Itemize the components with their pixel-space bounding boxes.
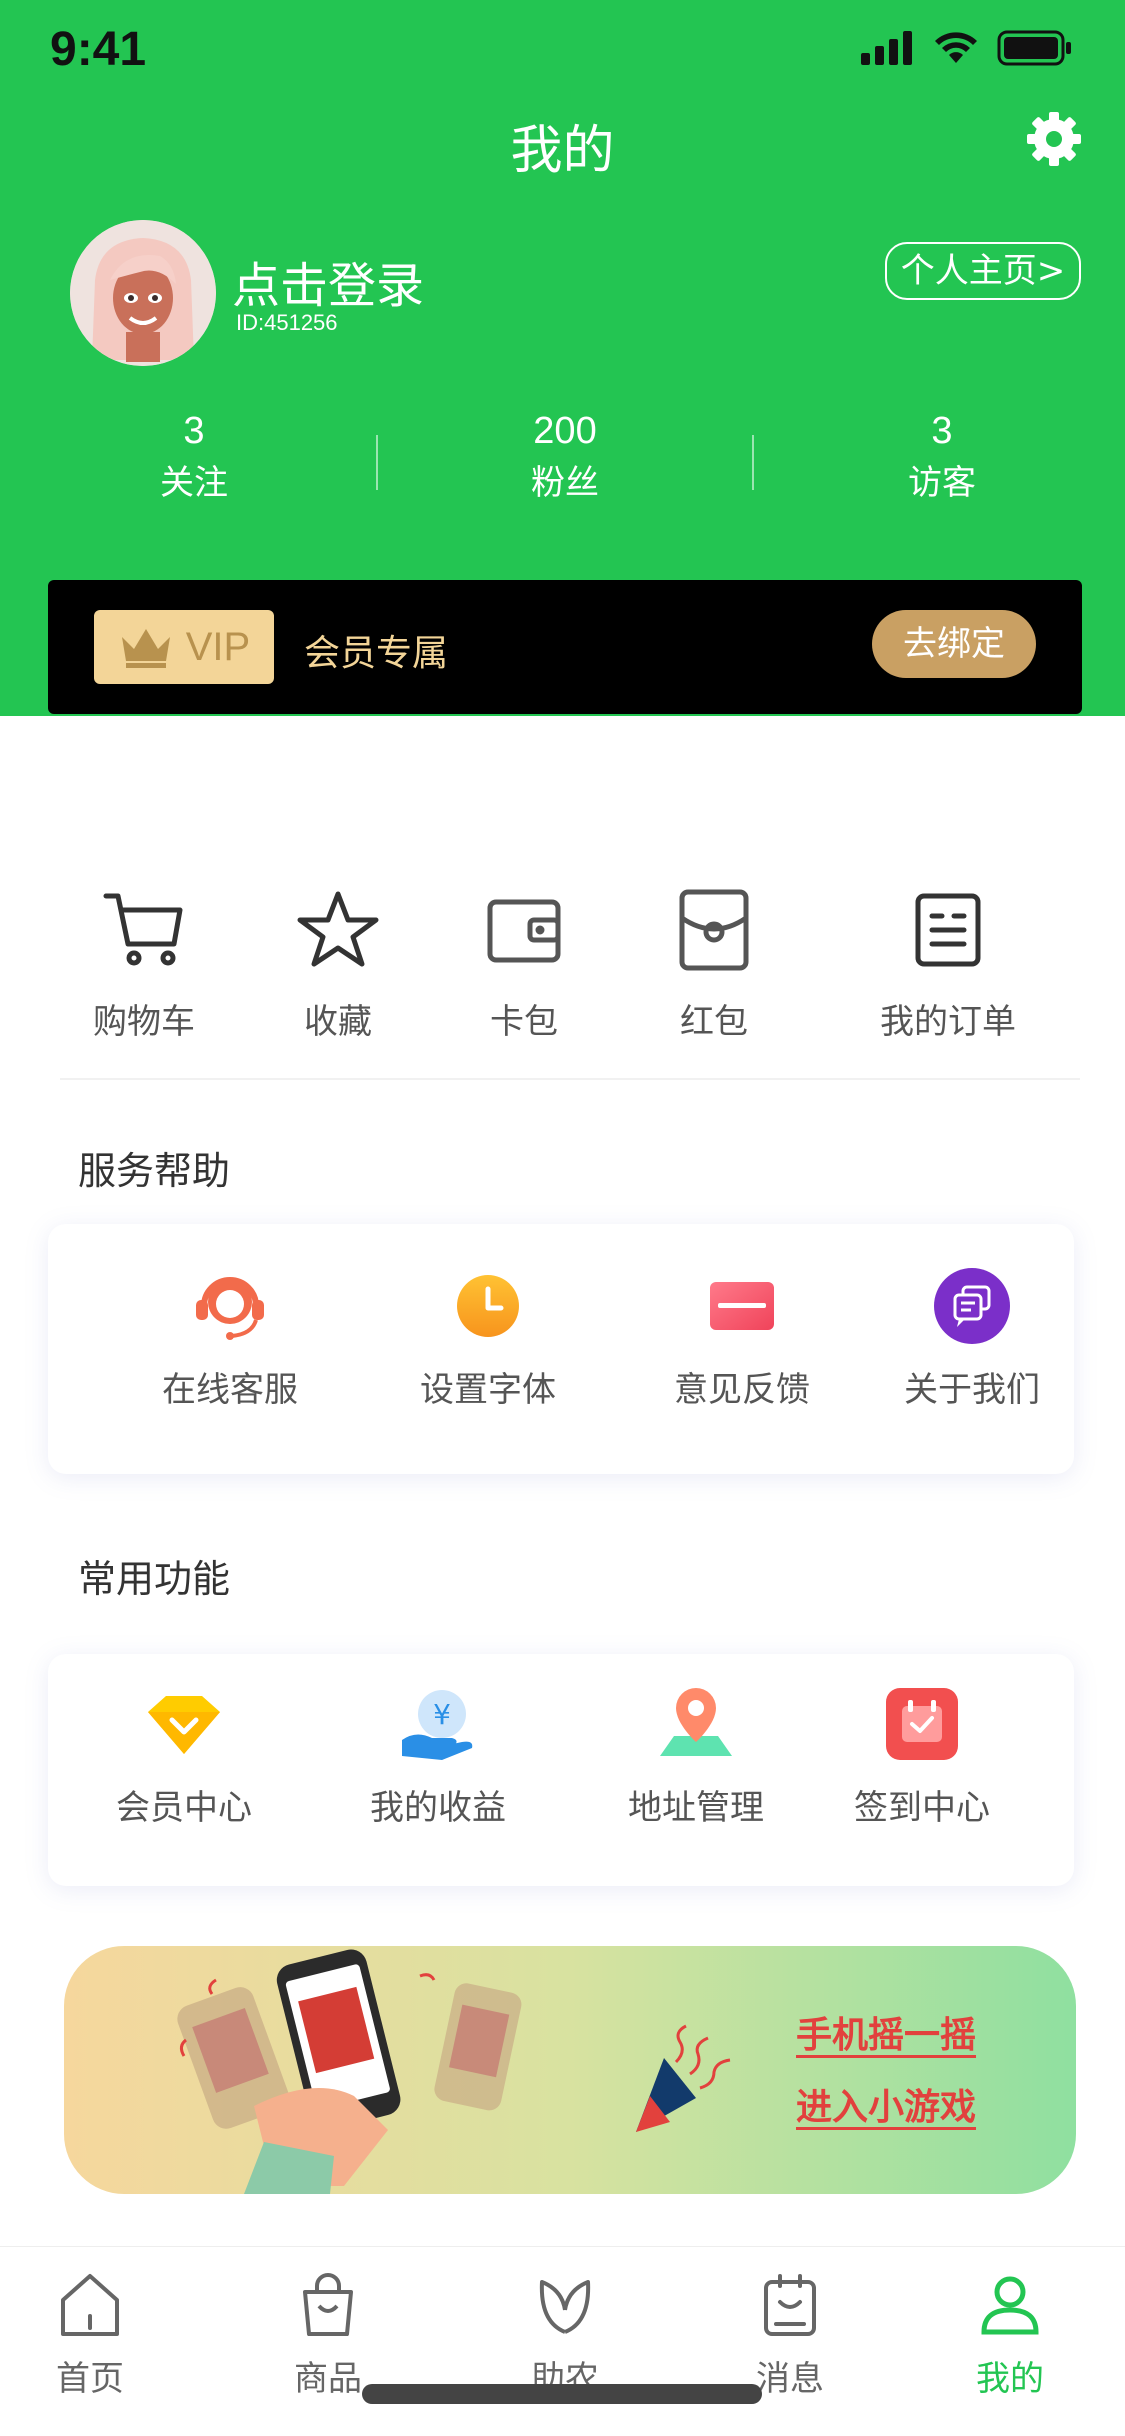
service-card: 在线客服 设置字体 意见反馈 关于我们 bbox=[48, 1224, 1074, 1474]
vip-label: VIP bbox=[185, 624, 251, 669]
stat-label: 访客 bbox=[908, 463, 976, 503]
svg-text:¥: ¥ bbox=[433, 1698, 451, 1731]
bind-button[interactable]: 去绑定 bbox=[872, 610, 1036, 678]
vip-badge: VIP bbox=[94, 610, 274, 684]
diamond-icon bbox=[148, 1696, 220, 1754]
shaking-phone-illustration bbox=[177, 1949, 522, 2194]
common-item-member-center[interactable]: 会员中心 bbox=[74, 1684, 294, 1829]
quick-action-label: 收藏 bbox=[304, 1002, 372, 1042]
common-item-checkin[interactable]: 签到中心 bbox=[812, 1684, 1032, 1829]
battery-icon bbox=[997, 30, 1071, 66]
service-item-label: 关于我们 bbox=[904, 1370, 1040, 1410]
quick-action-cart[interactable]: 购物车 bbox=[44, 880, 244, 1043]
status-icons bbox=[861, 30, 1073, 66]
leaf-icon bbox=[539, 2280, 591, 2334]
calendar-checkin-icon bbox=[886, 1688, 958, 1760]
login-prompt[interactable]: 点击登录 bbox=[232, 246, 424, 316]
service-section-title: 服务帮助 bbox=[78, 1149, 231, 1193]
service-item-label: 意见反馈 bbox=[674, 1370, 810, 1410]
service-item-feedback[interactable]: 意见反馈 bbox=[632, 1266, 852, 1411]
common-section-title: 常用功能 bbox=[78, 1557, 231, 1601]
quick-action-red-packet[interactable]: 红包 bbox=[614, 880, 814, 1043]
shake-game-banner[interactable]: 手机摇一摇 进入小游戏 bbox=[64, 1946, 1076, 2194]
tab-agriculture[interactable]: 助农 bbox=[485, 2265, 645, 2400]
service-item-label: 在线客服 bbox=[162, 1370, 298, 1410]
gear-icon[interactable] bbox=[1023, 108, 1085, 170]
earnings-hand-icon: ¥ bbox=[402, 1690, 473, 1760]
order-list-icon bbox=[915, 893, 981, 967]
stat-label: 关注 bbox=[160, 463, 228, 503]
common-item-address[interactable]: 地址管理 bbox=[586, 1684, 806, 1829]
quick-action-wallet[interactable]: 卡包 bbox=[424, 880, 624, 1043]
headset-icon bbox=[196, 1277, 264, 1340]
personal-homepage-button[interactable]: 个人主页> bbox=[885, 242, 1081, 300]
star-icon bbox=[297, 891, 379, 967]
banner-line-1: 手机摇一摇 bbox=[796, 2015, 977, 2056]
quick-action-label: 卡包 bbox=[490, 1002, 558, 1042]
section-divider bbox=[60, 1078, 1080, 1080]
profile-header: 9:41 我的 点击登录 ID:451256 个人主页> 3 关注 200 粉丝… bbox=[0, 0, 1125, 716]
stat-value: 3 bbox=[183, 410, 205, 452]
service-item-font-settings[interactable]: 设置字体 bbox=[378, 1266, 598, 1411]
common-card: 会员中心 ¥ 我的收益 地址管理 签到中心 bbox=[48, 1654, 1074, 1886]
avatar-illustration bbox=[70, 220, 216, 366]
home-indicator[interactable] bbox=[362, 2384, 762, 2404]
quick-action-orders[interactable]: 我的订单 bbox=[848, 880, 1048, 1043]
clock-icon bbox=[457, 1275, 519, 1337]
stat-label: 粉丝 bbox=[531, 463, 599, 503]
cart-icon bbox=[103, 893, 183, 966]
shopping-bag-icon bbox=[303, 2273, 353, 2336]
quick-action-label: 购物车 bbox=[93, 1002, 195, 1042]
location-pin-icon bbox=[660, 1688, 732, 1756]
home-icon bbox=[61, 2274, 119, 2336]
stat-value: 200 bbox=[533, 410, 597, 452]
message-icon bbox=[764, 2274, 816, 2336]
stat-following[interactable]: 3 关注 bbox=[94, 410, 294, 504]
feedback-icon bbox=[710, 1282, 774, 1330]
common-item-label: 地址管理 bbox=[628, 1788, 764, 1828]
wifi-icon bbox=[935, 32, 977, 63]
signal-icon bbox=[861, 31, 912, 65]
quick-action-label: 红包 bbox=[680, 1002, 748, 1042]
common-item-label: 会员中心 bbox=[116, 1788, 252, 1828]
tab-label: 我的 bbox=[976, 2359, 1044, 2399]
user-id: ID:451256 bbox=[236, 310, 338, 335]
avatar[interactable] bbox=[70, 220, 216, 366]
service-item-about-us[interactable]: 关于我们 bbox=[862, 1266, 1082, 1411]
about-chat-icon bbox=[934, 1268, 1010, 1344]
common-item-label: 签到中心 bbox=[854, 1788, 990, 1828]
banner-line-2: 进入小游戏 bbox=[796, 2087, 977, 2128]
stat-divider bbox=[752, 435, 754, 490]
wallet-icon bbox=[487, 899, 561, 963]
service-item-label: 设置字体 bbox=[420, 1370, 556, 1410]
common-item-earnings[interactable]: ¥ 我的收益 bbox=[328, 1684, 548, 1829]
crown-icon bbox=[121, 629, 170, 668]
stat-divider bbox=[376, 435, 378, 490]
stat-fans[interactable]: 200 粉丝 bbox=[465, 410, 665, 504]
service-item-customer-service[interactable]: 在线客服 bbox=[120, 1266, 340, 1411]
stat-value: 3 bbox=[931, 410, 953, 452]
tab-profile[interactable]: 我的 bbox=[930, 2265, 1090, 2400]
party-popper-icon bbox=[636, 2024, 731, 2132]
stat-visitors[interactable]: 3 访客 bbox=[842, 410, 1042, 504]
vip-bar: VIP 会员专属 去绑定 bbox=[48, 580, 1082, 714]
tab-messages[interactable]: 消息 bbox=[710, 2265, 870, 2400]
bottom-tab-bar: 首页 商品 助农 消息 我的 bbox=[0, 2246, 1125, 2436]
vip-description: 会员专属 bbox=[304, 633, 449, 674]
quick-action-label: 我的订单 bbox=[880, 1002, 1016, 1042]
common-item-label: 我的收益 bbox=[370, 1788, 506, 1828]
page-title: 我的 bbox=[510, 121, 615, 181]
person-icon bbox=[981, 2276, 1039, 2335]
red-packet-icon bbox=[679, 889, 749, 971]
status-time: 9:41 bbox=[50, 23, 147, 76]
quick-action-favorites[interactable]: 收藏 bbox=[238, 880, 438, 1043]
tab-home[interactable]: 首页 bbox=[10, 2265, 170, 2400]
tab-products[interactable]: 商品 bbox=[248, 2265, 408, 2400]
tab-label: 首页 bbox=[56, 2359, 124, 2399]
